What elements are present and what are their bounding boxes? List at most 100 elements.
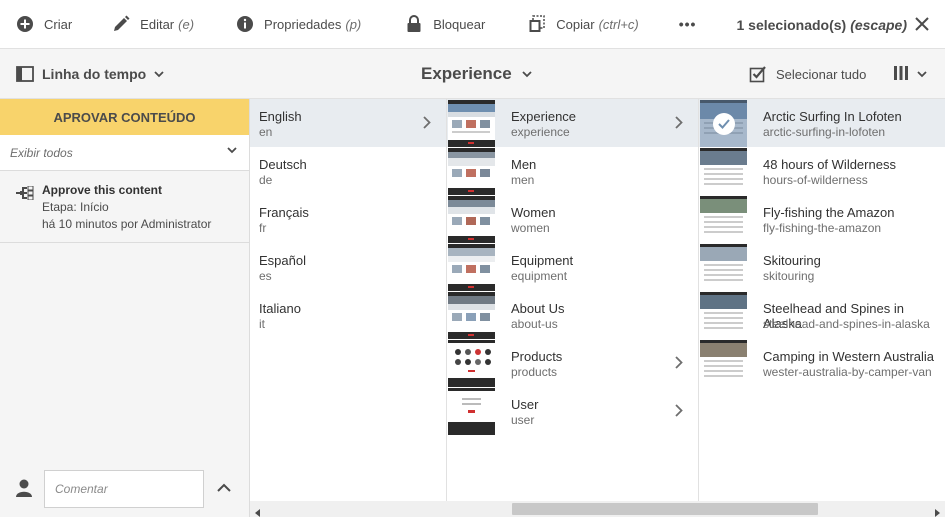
timeline-entry-title: Approve this content — [42, 183, 163, 197]
item-title: Français — [259, 205, 309, 220]
column-item-products[interactable]: Products products — [447, 339, 698, 387]
item-title: English — [259, 109, 302, 124]
item-title: Arctic Surfing In Lofoten — [763, 109, 902, 124]
item-name: it — [259, 317, 265, 331]
chevron-right-icon[interactable] — [423, 116, 431, 129]
scroll-right-icon[interactable] — [935, 505, 940, 517]
item-name: men — [511, 173, 535, 187]
select-all-button[interactable]: Selecionar tudo — [749, 49, 866, 99]
page-title[interactable]: Experience — [421, 49, 532, 99]
close-selection-button[interactable] — [913, 15, 931, 33]
item-name: en — [259, 125, 273, 139]
column-item-deutsch[interactable]: Deutsch de — [250, 147, 446, 195]
scrollbar-thumb[interactable] — [512, 503, 818, 515]
page-thumbnail — [700, 196, 747, 243]
comment-input[interactable] — [44, 470, 204, 508]
properties-label: Propriedades — [264, 16, 342, 32]
item-title: User — [511, 397, 539, 412]
properties-button[interactable]: Propriedades (p) — [194, 0, 361, 49]
approve-content-button[interactable]: APROVAR CONTEÚDO — [0, 99, 249, 135]
item-title: Women — [511, 205, 556, 220]
timeline-filter-select[interactable]: Exibir todos — [0, 135, 249, 171]
column-item-camping[interactable]: Camping in Western Australia wester-aust… — [699, 339, 945, 387]
lock-button[interactable]: Bloquear — [361, 0, 485, 49]
item-title: Skitouring — [763, 253, 821, 268]
more-icon: ••• — [678, 16, 697, 32]
item-name: fr — [259, 221, 267, 235]
item-name: fly-fishing-the-amazon — [763, 221, 882, 235]
item-title: 48 hours of Wilderness — [763, 157, 896, 172]
chevron-right-icon[interactable] — [675, 404, 683, 417]
lock-icon — [405, 15, 423, 33]
page-thumbnail — [448, 244, 495, 291]
column-item-skitouring[interactable]: Skitouring skitouring — [699, 243, 945, 291]
column-languages: English en Deutsch de Français fr Españo… — [250, 99, 447, 501]
page-thumbnail — [700, 148, 747, 195]
column-item-italiano[interactable]: Italiano it — [250, 291, 446, 339]
column-view-icon — [893, 65, 909, 84]
page-title-label: Experience — [421, 64, 512, 83]
horizontal-scrollbar[interactable] — [250, 501, 945, 517]
item-title: About Us — [511, 301, 565, 316]
selection-shortcut: (escape) — [850, 16, 907, 33]
checkbox-checked-icon — [749, 65, 767, 83]
user-icon — [16, 479, 32, 500]
create-label: Criar — [44, 16, 73, 32]
view-switcher[interactable] — [893, 49, 927, 99]
chevron-down-icon — [227, 147, 237, 154]
timeline-rail: APROVAR CONTEÚDO Exibir todos Approve th… — [0, 99, 250, 517]
item-name: experience — [511, 125, 570, 139]
edit-shortcut: (e) — [178, 16, 195, 32]
column-item-english[interactable]: English en — [250, 99, 446, 147]
chevron-right-icon[interactable] — [675, 356, 683, 369]
close-icon — [913, 17, 931, 36]
chevron-down-icon — [917, 70, 927, 78]
column-item-men[interactable]: Men men — [447, 147, 698, 195]
selection-label: 1 selecionado(s) — [736, 16, 847, 33]
item-name: steelhead-and-spines-in-alaska — [763, 317, 930, 331]
title-bar: Linha do tempo Experience Selecionar tud… — [0, 49, 945, 99]
timeline-entry-meta: há 10 minutos por Administrator — [42, 217, 212, 231]
timeline-entry-step: Etapa: Início — [42, 200, 109, 214]
page-thumbnail — [448, 148, 495, 195]
column-item-espanol[interactable]: Español es — [250, 243, 446, 291]
rail-selector-label: Linha do tempo — [42, 66, 147, 82]
edit-button[interactable]: Editar (e) — [72, 0, 194, 49]
column-item-steelhead[interactable]: Steelhead and Spines in Alaska steelhead… — [699, 291, 945, 339]
comment-area — [0, 463, 249, 517]
properties-shortcut: (p) — [345, 16, 362, 32]
item-title: Deutsch — [259, 157, 307, 172]
item-name: arctic-surfing-in-lofoten — [763, 125, 886, 139]
scroll-left-icon[interactable] — [255, 505, 260, 517]
copy-button[interactable]: Copiar (ctrl+c) — [485, 0, 639, 49]
item-name: women — [511, 221, 550, 235]
page-thumbnail — [448, 196, 495, 243]
timeline-entry[interactable]: Approve this content Etapa: Início há 10… — [0, 171, 249, 243]
lock-label: Bloquear — [433, 16, 486, 32]
page-thumbnail — [448, 100, 495, 147]
column-item-user[interactable]: User user — [447, 387, 698, 435]
column-item-fly-fishing[interactable]: Fly-fishing the Amazon fly-fishing-the-a… — [699, 195, 945, 243]
page-thumbnail — [700, 292, 747, 339]
chevron-right-icon[interactable] — [675, 116, 683, 129]
column-item-48-hours[interactable]: 48 hours of Wilderness hours-of-wilderne… — [699, 147, 945, 195]
copy-label: Copiar — [556, 16, 595, 32]
column-item-about-us[interactable]: About Us about-us — [447, 291, 698, 339]
rail-selector[interactable]: Linha do tempo — [16, 49, 164, 99]
more-actions-button[interactable]: ••• — [639, 0, 697, 49]
page-thumbnail — [700, 340, 747, 387]
selection-count: 1 selecionado(s) (escape) — [736, 0, 907, 49]
column-item-francais[interactable]: Français fr — [250, 195, 446, 243]
item-name: equipment — [511, 269, 568, 283]
chevron-up-icon[interactable] — [217, 480, 231, 495]
page-thumbnail — [448, 388, 495, 435]
column-item-arctic-surfing[interactable]: Arctic Surfing In Lofoten arctic-surfing… — [699, 99, 945, 147]
column-item-experience[interactable]: Experience experience — [447, 99, 698, 147]
item-title: Equipment — [511, 253, 574, 268]
workflow-icon — [16, 185, 34, 203]
sidebar-icon — [16, 66, 34, 82]
create-button[interactable]: Criar — [0, 0, 72, 49]
item-title: Fly-fishing the Amazon — [763, 205, 895, 220]
column-item-equipment[interactable]: Equipment equipment — [447, 243, 698, 291]
column-item-women[interactable]: Women women — [447, 195, 698, 243]
